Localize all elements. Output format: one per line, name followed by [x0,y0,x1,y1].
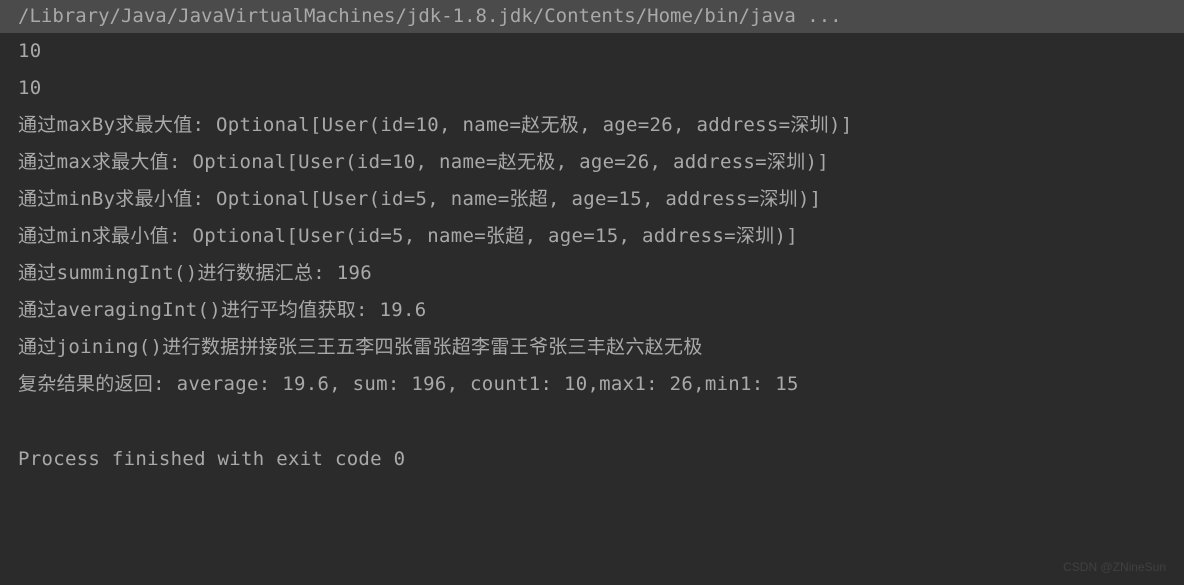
output-line: 通过averagingInt()进行平均值获取: 19.6 [18,292,1166,329]
output-line: 通过minBy求最小值: Optional[User(id=5, name=张超… [18,181,1166,218]
output-line: 10 [18,33,1166,70]
output-line: 复杂结果的返回: average: 19.6, sum: 196, count1… [18,366,1166,403]
java-command-line[interactable]: /Library/Java/JavaVirtualMachines/jdk-1.… [0,0,1184,33]
output-line: 通过maxBy求最大值: Optional[User(id=10, name=赵… [18,107,1166,144]
output-line: 通过summingInt()进行数据汇总: 196 [18,255,1166,292]
exit-message: Process finished with exit code 0 [18,441,1166,478]
console-output: /Library/Java/JavaVirtualMachines/jdk-1.… [0,0,1184,478]
blank-line [18,403,1166,441]
output-line: 通过min求最小值: Optional[User(id=5, name=张超, … [18,218,1166,255]
output-line: 10 [18,70,1166,107]
output-line: 通过max求最大值: Optional[User(id=10, name=赵无极… [18,144,1166,181]
watermark-text: CSDN @ZNineSun [1063,556,1166,579]
output-line: 通过joining()进行数据拼接张三王五李四张雷张超李雷王爷张三丰赵六赵无极 [18,329,1166,366]
